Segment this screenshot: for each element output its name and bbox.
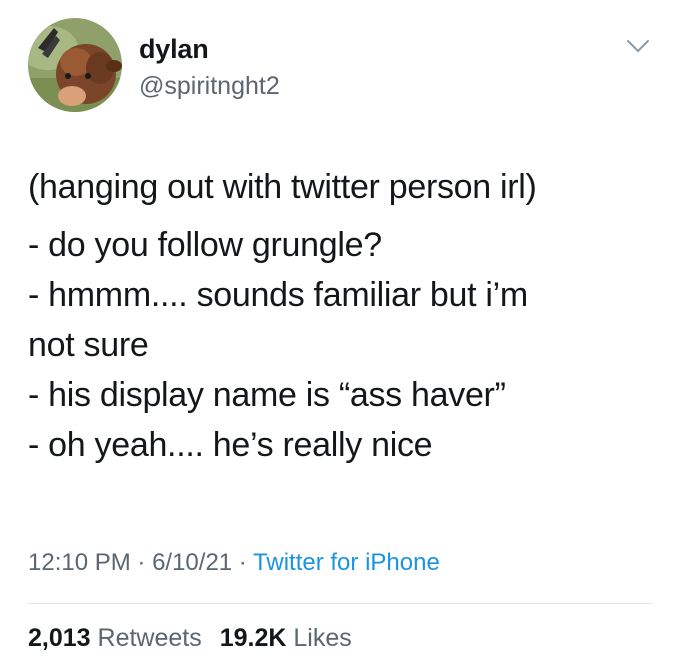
tweet-source-link[interactable]: Twitter for iPhone: [253, 549, 440, 576]
tweet-line: - oh yeah.... he’s really nice: [28, 426, 433, 464]
chevron-down-icon[interactable]: [626, 38, 650, 54]
tweet-line: not sure: [28, 326, 149, 364]
divider: [28, 603, 652, 604]
retweets-stat[interactable]: 2,013 Retweets: [28, 624, 202, 652]
tweet-line: (hanging out with twitter person irl): [28, 168, 537, 206]
likes-count: 19.2K: [219, 624, 287, 652]
display-name[interactable]: dylan: [139, 34, 209, 65]
tweet-line: - his display name is “ass haver”: [28, 376, 506, 414]
likes-stat[interactable]: 19.2K Likes: [220, 624, 352, 652]
tweet-time[interactable]: 12:10 PM: [28, 549, 131, 576]
likes-label: Likes: [293, 624, 352, 652]
tweet-line: - do you follow grungle?: [28, 226, 382, 264]
user-handle[interactable]: @spiritnght2: [139, 72, 280, 101]
tweet-date[interactable]: 6/10/21: [152, 549, 232, 576]
retweets-count: 2,013: [28, 624, 91, 652]
meta-separator: ·: [130, 549, 153, 576]
avatar[interactable]: [28, 18, 122, 112]
meta-separator: ·: [232, 549, 254, 576]
tweet-stats: 2,013 Retweets 19.2K Likes: [28, 624, 352, 653]
tweet-metadata: 12:10 PM · 6/10/21 · Twitter for iPhone: [28, 549, 440, 577]
retweets-label: Retweets: [97, 624, 202, 652]
cow-avatar-icon: [28, 18, 122, 112]
tweet-text: (hanging out with twitter person irl) - …: [28, 164, 648, 468]
tweet-line: - hmmm.... sounds familiar but i’m: [28, 276, 528, 314]
